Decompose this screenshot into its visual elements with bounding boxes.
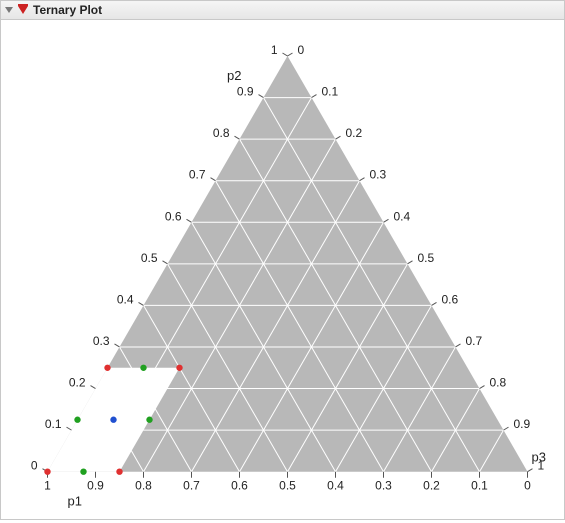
tick-p3-0.8: 0.8 <box>490 376 507 390</box>
tick-p2-0.4: 0.4 <box>117 292 134 306</box>
tick-p2-0.1: 0.1 <box>45 417 62 431</box>
tick-p2-0.9: 0.9 <box>237 85 254 99</box>
tick-p2-0.6: 0.6 <box>165 209 182 223</box>
tick-p2-0: 0 <box>31 459 38 473</box>
axis-label-p1: p1 <box>68 494 82 509</box>
tick-p1-0: 0 <box>524 479 531 493</box>
tick-p2-0.7: 0.7 <box>189 168 206 182</box>
tick-p1-0.1: 0.1 <box>471 479 488 493</box>
disclosure-triangle-icon[interactable] <box>5 7 13 13</box>
tick-p3-0.1: 0.1 <box>322 85 339 99</box>
point-vertex-3 <box>44 468 50 474</box>
tick-p3-0.7: 0.7 <box>466 334 483 348</box>
tick-p1-0.3: 0.3 <box>375 479 392 493</box>
point-center-8 <box>110 417 116 423</box>
tick-p1-1: 1 <box>44 479 51 493</box>
tick-p1-0.6: 0.6 <box>231 479 248 493</box>
tick-p1-0.7: 0.7 <box>183 479 200 493</box>
tick-p2-0.8: 0.8 <box>213 126 230 140</box>
point-edge-7 <box>74 417 80 423</box>
tick-p3-0.5: 0.5 <box>418 251 435 265</box>
options-menu-icon[interactable] <box>18 5 28 15</box>
tick-p1-0.2: 0.2 <box>423 479 440 493</box>
tick-p3-0.3: 0.3 <box>370 168 387 182</box>
tick-p1-0.5: 0.5 <box>279 479 296 493</box>
point-edge-4 <box>140 365 146 371</box>
tick-p1-0.8: 0.8 <box>135 479 152 493</box>
tick-p1-0.4: 0.4 <box>327 479 344 493</box>
point-vertex-1 <box>176 365 182 371</box>
point-edge-5 <box>146 417 152 423</box>
tick-p1-0.9: 0.9 <box>87 479 104 493</box>
tick-p3-0.6: 0.6 <box>442 292 459 306</box>
point-edge-6 <box>80 468 86 474</box>
plot-area: 0 0 0 0.1 0.1 0.1 0.2 0.2 0.2 0.3 0.3 0.3 0.4 0.4 0.4 0… <box>0 20 565 520</box>
ternary-plot-panel: Ternary Plot 0 0 0 0.1 0.1 0.1 0.2 0.2 0.2 0.3 0.3… <box>0 0 565 520</box>
tick-p2-1: 1 <box>271 43 278 57</box>
point-vertex-2 <box>116 468 122 474</box>
axis-label-p2: p2 <box>227 68 241 83</box>
tick-p3-0.4: 0.4 <box>394 209 411 223</box>
tick-p2-0.5: 0.5 <box>141 251 158 265</box>
ternary-plot: 0 0 0 0.1 0.1 0.1 0.2 0.2 0.2 0.3 0.3 0.3 0.4 0.4 0.4 0… <box>7 26 558 512</box>
panel-title: Ternary Plot <box>33 3 102 17</box>
tick-p2-0.2: 0.2 <box>69 376 86 390</box>
tick-p3-0: 0 <box>298 43 305 57</box>
tick-p2-0.3: 0.3 <box>93 334 110 348</box>
tick-p3-0.9: 0.9 <box>514 417 531 431</box>
tick-p3-0.2: 0.2 <box>346 126 363 140</box>
panel-header[interactable]: Ternary Plot <box>0 0 565 20</box>
point-vertex-0 <box>104 365 110 371</box>
axis-label-p3: p3 <box>532 450 546 465</box>
